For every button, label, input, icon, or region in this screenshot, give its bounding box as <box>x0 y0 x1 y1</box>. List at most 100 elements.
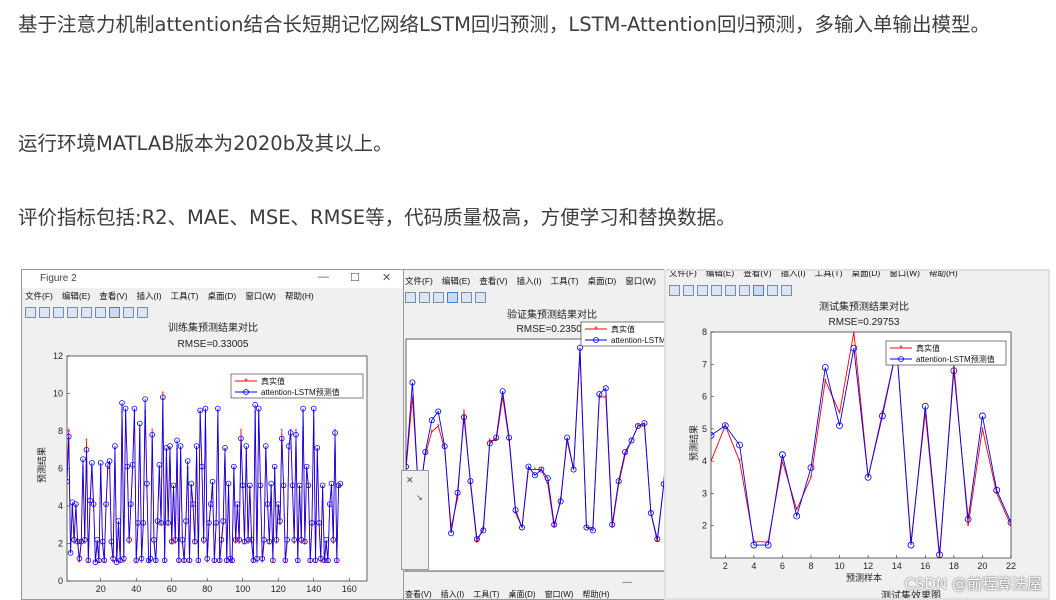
menu-item-5[interactable]: 工具(T) <box>815 271 843 279</box>
article-paragraph-metrics: 评价指标包括:R2、MAE、MSE、RMSE等，代码质量极高，方便学习和替换数据… <box>18 206 736 229</box>
save-icon[interactable] <box>53 306 64 318</box>
close-icon[interactable]: ✕ <box>382 271 391 284</box>
true-point: * <box>98 560 101 567</box>
menu-item-3[interactable]: 查看(V) <box>479 275 507 287</box>
menu-item-4[interactable]: 插入(I) <box>517 275 542 287</box>
minimize-icon[interactable]: — <box>318 271 329 283</box>
pointer-icon[interactable] <box>767 284 778 296</box>
x-tick-label: 4 <box>751 561 756 571</box>
menu-item-3[interactable]: 工具(T) <box>473 589 499 600</box>
property-editor-icon[interactable] <box>447 291 458 303</box>
menu-item-4[interactable]: 插入(I) <box>781 271 806 279</box>
true-point: * <box>119 560 122 567</box>
menu-item-7[interactable]: 窗口(W) <box>625 275 656 287</box>
figure-window-train[interactable]: Figure 2 — ☐ ✕ 文件(F) 编辑(E) 查看(V) 插入(I) 工具(T)… <box>21 269 404 600</box>
menu-item-1[interactable]: 查看(V) <box>405 589 432 600</box>
menu-item-4[interactable]: 桌面(D) <box>508 589 535 600</box>
x-tick-label: 18 <box>949 561 959 571</box>
print-icon[interactable] <box>405 291 416 303</box>
menu-item-3[interactable]: 查看(V) <box>99 290 127 302</box>
menu-item-4[interactable]: 插入(I) <box>137 290 162 302</box>
figure-window-test[interactable]: 文件(F) 编辑(E) 查看(V) 插入(I) 工具(T) 桌面(D) 窗口(W) 帮助(H)… <box>664 269 1050 600</box>
pointer-icon[interactable] <box>461 291 472 303</box>
window-titlebar[interactable]: Figure 2 — ☐ ✕ <box>22 270 403 288</box>
y-tick-label: 0 <box>58 576 63 586</box>
menu-item-5[interactable]: 工具(T) <box>171 290 199 302</box>
bottom-resize-handle: — <box>622 577 632 588</box>
menu-item-6[interactable]: 桌面(D) <box>587 275 616 287</box>
menu-item-7[interactable]: 窗口(W) <box>245 290 276 302</box>
y-tick-label: 6 <box>702 392 707 402</box>
plot-browser-icon[interactable] <box>781 284 792 296</box>
true-point: * <box>218 560 221 567</box>
menu-item-2[interactable]: 插入(I) <box>441 589 465 600</box>
menu-item-2[interactable]: 编辑(E) <box>706 271 734 279</box>
plot-browser-icon[interactable] <box>475 291 486 303</box>
true-point: * <box>160 522 163 529</box>
menu-item-6[interactable]: 桌面(D) <box>207 290 236 302</box>
true-point: * <box>495 438 498 445</box>
plot-browser-icon[interactable] <box>137 306 148 318</box>
true-point: * <box>476 540 479 547</box>
menu-item-7[interactable]: 窗口(W) <box>889 271 920 279</box>
validation-plot-title: 验证集预测结果对比 <box>507 308 597 321</box>
y-tick-label: 2 <box>702 521 707 531</box>
figure-window-fragment[interactable]: ✕ ↘ <box>401 470 429 570</box>
figure-window-validation[interactable]: 文件(F)编辑(E)查看(V)插入(I)工具(T)桌面(D)窗口(W)帮助(H)… <box>401 269 675 572</box>
property-editor-icon[interactable] <box>753 284 764 296</box>
save-icon[interactable] <box>697 284 708 296</box>
menu-item-8[interactable]: 帮助(H) <box>285 290 314 302</box>
true-point: * <box>177 560 180 567</box>
link-plot-icon[interactable] <box>419 291 430 303</box>
menu-item-8[interactable]: 帮助(H) <box>929 271 958 279</box>
y-tick-label: 4 <box>58 501 63 511</box>
menu-item-2[interactable]: 编辑(E) <box>442 275 470 287</box>
menu-item-2[interactable]: 编辑(E) <box>62 290 90 302</box>
menu-item-6[interactable]: 桌面(D) <box>851 271 880 279</box>
legend-marker: * <box>244 377 247 386</box>
maximize-icon[interactable]: ☐ <box>350 271 360 284</box>
new-figure-icon[interactable] <box>25 306 36 318</box>
colorbar-icon[interactable] <box>95 306 106 318</box>
true-point: * <box>553 525 556 532</box>
menu-item-6[interactable]: 帮助(H) <box>582 589 609 600</box>
x-tick-label: 8 <box>808 561 813 571</box>
link-plot-icon[interactable] <box>81 306 92 318</box>
menu-item-3[interactable]: 查看(V) <box>743 271 771 279</box>
true-point: * <box>225 560 228 567</box>
property-editor-icon[interactable] <box>109 306 120 318</box>
x-tick-label: 120 <box>271 584 286 594</box>
colorbar-icon[interactable] <box>433 291 444 303</box>
menu-item-5[interactable]: 工具(T) <box>551 275 579 287</box>
true-point: * <box>304 541 307 548</box>
true-point: * <box>838 410 841 417</box>
print-icon[interactable] <box>67 306 78 318</box>
true-point: * <box>213 560 216 567</box>
x-tick-label: 40 <box>131 584 141 594</box>
link-plot-icon[interactable] <box>725 284 736 296</box>
open-file-icon[interactable] <box>39 306 50 318</box>
print-icon[interactable] <box>711 284 722 296</box>
close-icon[interactable]: ✕ <box>406 475 414 486</box>
validation-rmse-label: RMSE=0.23505 <box>517 324 588 335</box>
menu-bar: 文件(F)编辑(E)查看(V)插入(I)工具(T)桌面(D)窗口(W)帮助(H) <box>402 273 674 289</box>
open-file-icon[interactable] <box>683 284 694 296</box>
resize-icon: ↘ <box>416 493 423 502</box>
pointer-icon[interactable] <box>123 306 134 318</box>
test-rmse-label: RMSE=0.29753 <box>829 317 900 328</box>
train-plot-svg: 训练集预测结果对比 RMSE=0.33005 预测结果 20 40 60 80 100 1… <box>36 321 368 594</box>
menu-item-1[interactable]: 文件(F) <box>405 275 433 287</box>
true-point: * <box>252 560 255 567</box>
y-tick-label: 12 <box>53 351 63 361</box>
menu-item-1[interactable]: 文件(F) <box>25 290 53 302</box>
figure-window-bottom[interactable]: — 查看(V) 插入(I) 工具(T) 桌面(D) 窗口(W) 帮助(H) <box>401 571 676 600</box>
menu-item-5[interactable]: 窗口(W) <box>545 589 574 600</box>
colorbar-icon[interactable] <box>739 284 750 296</box>
y-tick-label: 5 <box>702 424 707 434</box>
figure-toolbar <box>666 282 1048 298</box>
true-point: * <box>335 560 338 567</box>
true-point: * <box>183 560 186 567</box>
menu-item-1[interactable]: 文件(F) <box>669 271 697 279</box>
new-figure-icon[interactable] <box>669 284 680 296</box>
csdn-watermark: CSDN @前程算法屋 <box>904 575 1042 593</box>
